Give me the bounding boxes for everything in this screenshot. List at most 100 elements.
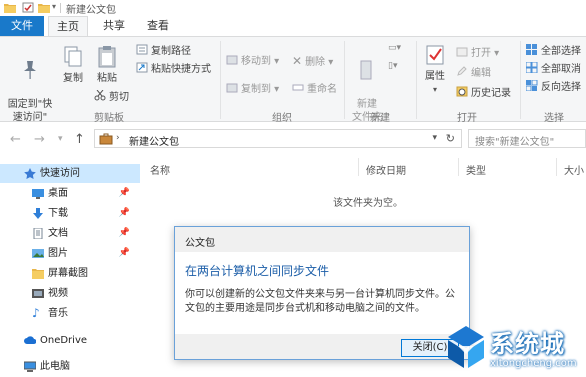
nav-item-videos[interactable]: 视频: [0, 284, 140, 303]
pin-icon: [24, 61, 36, 79]
nav-label: 视频: [48, 288, 68, 299]
address-dropdown-icon[interactable]: ▾: [432, 133, 437, 143]
tab-share[interactable]: 共享: [94, 16, 134, 36]
briefcase-icon: [99, 133, 113, 145]
copy-button[interactable]: 复制: [58, 45, 88, 85]
quick-access-dropdown-icon[interactable]: ▾: [52, 2, 56, 11]
up-arrow-icon[interactable]: ↑: [74, 132, 85, 147]
paste-shortcut-button[interactable]: 粘贴快捷方式: [136, 62, 211, 76]
copy-to-label: 复制到: [241, 84, 271, 95]
tab-view[interactable]: 查看: [138, 16, 178, 36]
nav-item-documents[interactable]: 文档 📌: [0, 224, 140, 243]
move-to-label: 移动到: [241, 56, 271, 67]
nav-item-downloads[interactable]: 下载 📌: [0, 204, 140, 223]
nav-label: 图片: [48, 248, 68, 259]
select-none-label: 全部取消: [541, 64, 581, 75]
column-separator[interactable]: [556, 158, 557, 176]
column-header-name[interactable]: 名称: [150, 162, 170, 177]
forward-arrow-icon[interactable]: →: [34, 132, 45, 147]
tab-home[interactable]: 主页: [48, 16, 88, 37]
rename-button[interactable]: 重命名: [292, 82, 337, 96]
refresh-icon[interactable]: ↻: [446, 132, 455, 145]
move-to-button[interactable]: 移动到 ▾: [226, 54, 279, 68]
pin-icon[interactable]: 📌: [119, 224, 130, 243]
recent-locations-icon[interactable]: ▾: [58, 134, 63, 144]
copy-icon: [64, 46, 82, 67]
title-separator: [60, 3, 61, 13]
pin-icon[interactable]: 📌: [119, 244, 130, 263]
delete-icon: ✕: [292, 54, 303, 68]
open-button[interactable]: 打开 ▾: [456, 46, 499, 60]
easy-access-icon[interactable]: ▯▾: [388, 61, 397, 71]
nav-item-pictures[interactable]: 图片 📌: [0, 244, 140, 263]
back-arrow-icon[interactable]: ←: [10, 132, 21, 147]
documents-icon: [33, 228, 43, 239]
address-field[interactable]: › 新建公文包 ▾ ↻: [94, 129, 462, 148]
copy-to-button[interactable]: 复制到 ▾: [226, 82, 279, 96]
folder-icon: [32, 269, 44, 279]
nav-item-quick-access[interactable]: 快速访问: [0, 164, 140, 183]
history-button[interactable]: 历史记录: [456, 86, 511, 100]
paste-button[interactable]: 粘贴: [92, 45, 122, 85]
copy-path-label: 复制路径: [151, 46, 191, 57]
nav-item-this-pc[interactable]: 此电脑: [0, 357, 140, 376]
nav-label: 快速访问: [40, 168, 80, 179]
tab-file[interactable]: 文件: [0, 16, 44, 36]
invert-selection-label: 反向选择: [541, 82, 581, 93]
dialog-title: 公文包: [185, 238, 215, 249]
history-icon: [456, 86, 468, 97]
navigation-pane: 快速访问 桌面 📌 下载 📌 文档 📌 图片 📌 屏幕截图 视频 ♪ 音乐 On…: [0, 154, 140, 377]
move-to-icon: [226, 55, 238, 65]
computer-icon: [24, 361, 36, 372]
copy-path-button[interactable]: 复制路径: [136, 44, 191, 58]
empty-folder-message: 该文件夹为空。: [333, 198, 403, 209]
nav-label: OneDrive: [40, 335, 88, 346]
delete-button[interactable]: ✕ 删除 ▾: [292, 54, 333, 68]
cut-button[interactable]: 剪切: [94, 90, 129, 104]
ribbon: 固定到"快 速访问" 复制 粘贴 复制路径 粘贴快捷方式 剪切 剪贴板 移动到 …: [0, 36, 586, 124]
address-bar: ← → ▾ ↑ › 新建公文包 ▾ ↻ 搜索"新建公文包": [0, 122, 586, 154]
new-item-icon[interactable]: ▭▾: [388, 43, 401, 53]
nav-label: 文档: [48, 228, 68, 239]
watermark: 系统城 xitongcheng.com: [440, 320, 586, 377]
nav-label: 屏幕截图: [48, 268, 88, 279]
folder-icon: [4, 4, 16, 13]
search-field[interactable]: 搜索"新建公文包": [468, 129, 586, 148]
music-icon: ♪: [32, 306, 40, 320]
properties-button[interactable]: 属性 ▾: [420, 43, 450, 96]
pictures-icon: [32, 249, 44, 258]
pin-icon[interactable]: 📌: [119, 204, 130, 223]
open-label: 打开: [471, 48, 491, 59]
ribbon-separator: [344, 41, 345, 119]
select-all-button[interactable]: 全部选择: [526, 44, 581, 58]
column-header-type[interactable]: 类型: [466, 162, 486, 177]
nav-item-onedrive[interactable]: OneDrive: [0, 331, 140, 350]
invert-selection-icon: [526, 80, 538, 91]
paste-label: 粘贴: [97, 73, 117, 84]
copy-path-icon: [136, 44, 148, 55]
column-separator[interactable]: [358, 158, 359, 176]
breadcrumb-chevron-icon[interactable]: ›: [116, 133, 120, 143]
edit-button[interactable]: 编辑: [456, 66, 491, 80]
open-icon: [456, 47, 468, 57]
history-label: 历史记录: [471, 88, 511, 99]
paste-shortcut-label: 粘贴快捷方式: [151, 64, 211, 75]
dialog-heading: 在两台计算机之间同步文件: [185, 264, 330, 278]
invert-selection-button[interactable]: 反向选择: [526, 80, 581, 94]
nav-item-music[interactable]: ♪ 音乐: [0, 304, 140, 323]
ribbon-separator: [520, 41, 521, 119]
new-folder-quick-icon[interactable]: [38, 2, 50, 13]
select-none-button[interactable]: 全部取消: [526, 62, 581, 76]
edit-label: 编辑: [471, 68, 491, 79]
column-separator[interactable]: [458, 158, 459, 176]
column-header-size[interactable]: 大小: [564, 162, 584, 177]
dialog-body: 在两台计算机之间同步文件 你可以创建新的公文包文件夹来与另一台计算机同步文件。公…: [175, 252, 469, 334]
properties-quick-icon[interactable]: [22, 2, 34, 13]
breadcrumb-path[interactable]: 新建公文包: [129, 133, 179, 148]
column-header-date[interactable]: 修改日期: [366, 162, 406, 177]
watermark-url: xitongcheng.com: [490, 358, 577, 369]
pin-icon[interactable]: 📌: [119, 184, 130, 203]
nav-item-screenshots[interactable]: 屏幕截图: [0, 264, 140, 283]
nav-item-desktop[interactable]: 桌面 📌: [0, 184, 140, 203]
window-title: 新建公文包: [66, 5, 116, 16]
